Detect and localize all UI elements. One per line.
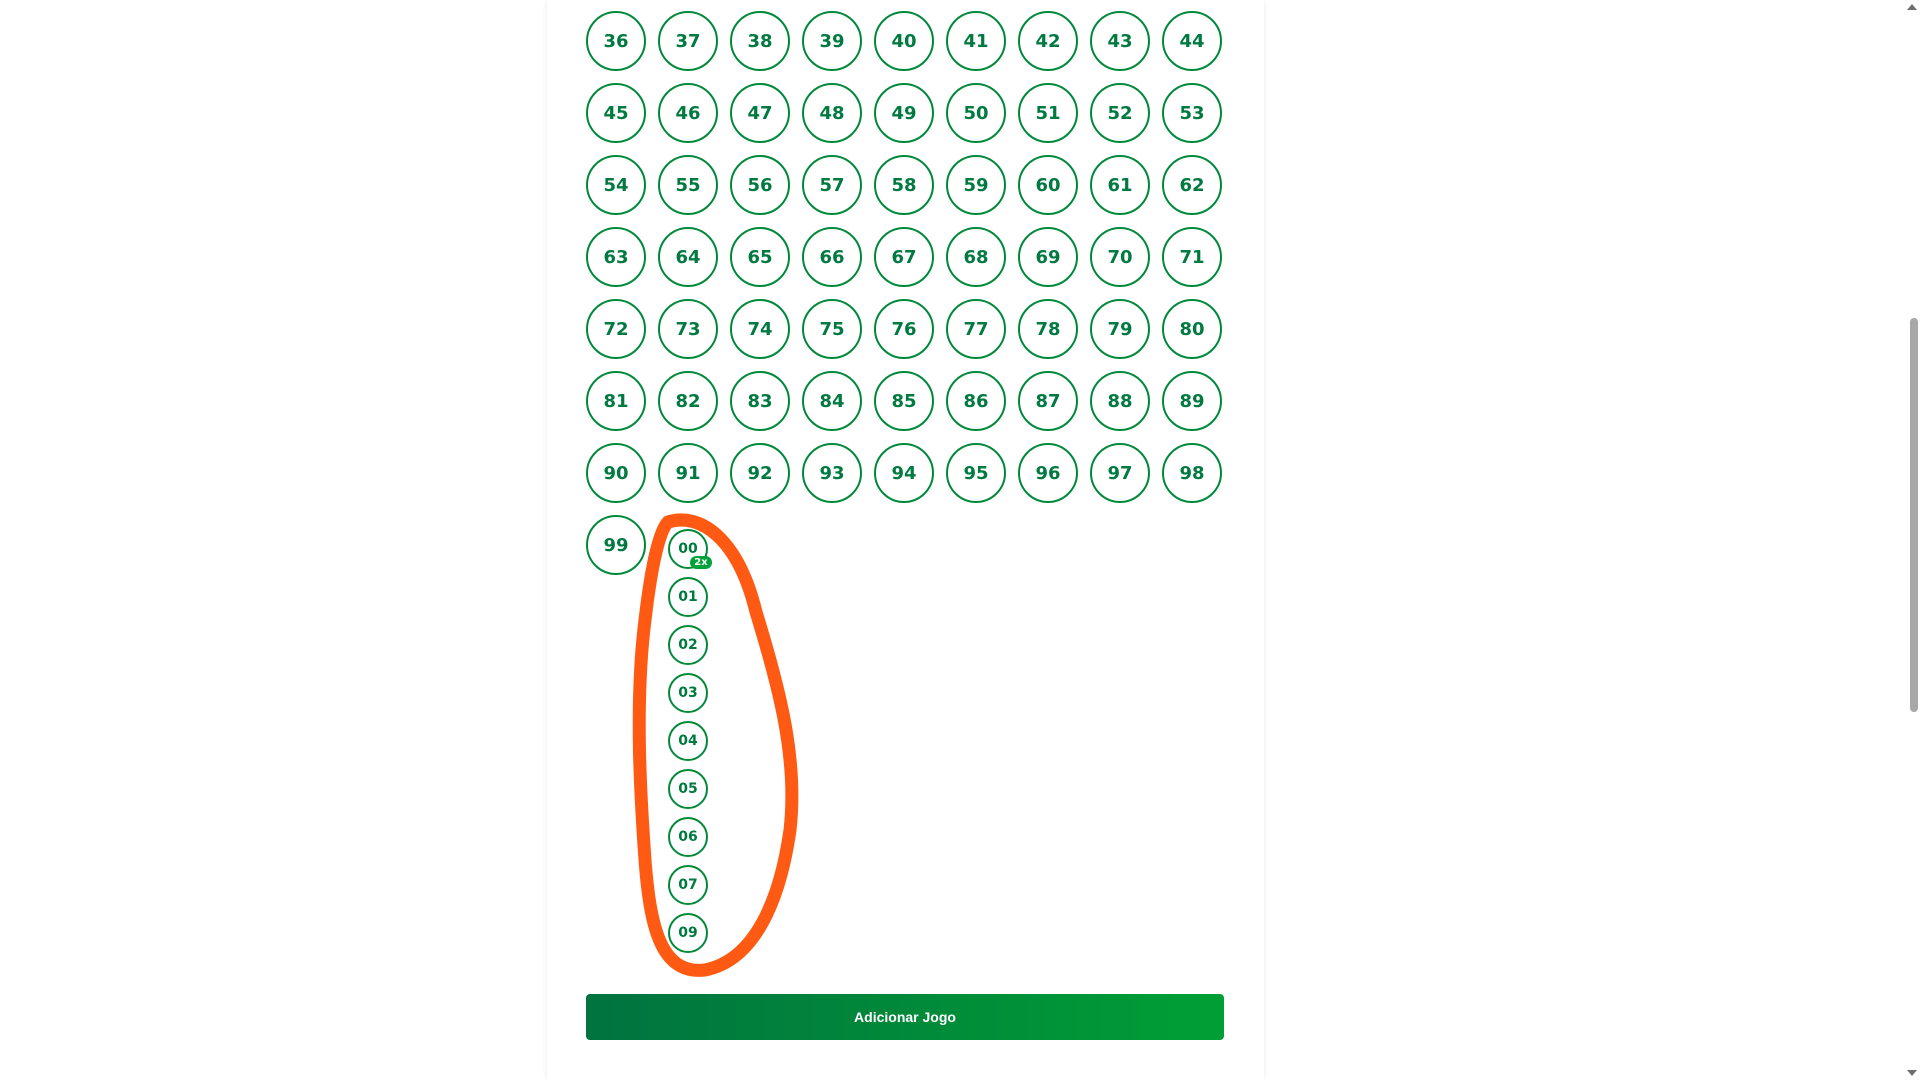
small-number-ball-06[interactable]: 06 [668,817,708,857]
number-ball-57[interactable]: 57 [802,155,862,215]
small-number-ball-00[interactable]: 00 2x [668,529,712,569]
small-number-ball-02[interactable]: 02 [668,625,708,665]
number-ball-91[interactable]: 91 [658,443,718,503]
number-ball-42[interactable]: 42 [1018,11,1078,71]
number-ball-45[interactable]: 45 [586,83,646,143]
small-number-label: 07 [678,877,698,893]
number-ball-58[interactable]: 58 [874,155,934,215]
number-ball-95[interactable]: 95 [946,443,1006,503]
number-ball-83[interactable]: 83 [730,371,790,431]
number-ball-88[interactable]: 88 [1090,371,1150,431]
small-number-ball-04[interactable]: 04 [668,721,708,761]
number-ball-39[interactable]: 39 [802,11,862,71]
number-ball-87[interactable]: 87 [1018,371,1078,431]
number-ball-49[interactable]: 49 [874,83,934,143]
number-ball-74[interactable]: 74 [730,299,790,359]
small-number-label: 06 [678,829,698,845]
number-ball-80[interactable]: 80 [1162,299,1222,359]
small-number-label: 04 [678,733,698,749]
number-ball-47[interactable]: 47 [730,83,790,143]
number-ball-63[interactable]: 63 [586,227,646,287]
number-ball-46[interactable]: 46 [658,83,718,143]
number-ball-60[interactable]: 60 [1018,155,1078,215]
number-ball-99[interactable]: 99 [586,515,646,575]
number-ball-37[interactable]: 37 [658,11,718,71]
small-number-label: 01 [678,589,698,605]
small-number-ball-01[interactable]: 01 [668,577,708,617]
number-ball-89[interactable]: 89 [1162,371,1222,431]
number-ball-79[interactable]: 79 [1090,299,1150,359]
small-number-ball-03[interactable]: 03 [668,673,708,713]
scroll-down-arrow-icon[interactable] [1907,1070,1917,1076]
number-ball-86[interactable]: 86 [946,371,1006,431]
number-ball-65[interactable]: 65 [730,227,790,287]
add-game-button[interactable]: Adicionar Jogo [586,994,1224,1040]
number-ball-56[interactable]: 56 [730,155,790,215]
number-ball-71[interactable]: 71 [1162,227,1222,287]
number-ball-93[interactable]: 93 [802,443,862,503]
number-ball-84[interactable]: 84 [802,371,862,431]
scrollbar-thumb[interactable] [1910,318,1918,712]
number-ball-98[interactable]: 98 [1162,443,1222,503]
number-ball-41[interactable]: 41 [946,11,1006,71]
number-ball-96[interactable]: 96 [1018,443,1078,503]
number-ball-70[interactable]: 70 [1090,227,1150,287]
number-ball-51[interactable]: 51 [1018,83,1078,143]
number-grid: 36 37 38 39 40 41 42 43 44 45 46 47 48 49 50 51 52 53 54 55… [586,11,1226,591]
number-ball-52[interactable]: 52 [1090,83,1150,143]
number-ball-72[interactable]: 72 [586,299,646,359]
number-ball-85[interactable]: 85 [874,371,934,431]
number-ball-75[interactable]: 75 [802,299,862,359]
number-ball-90[interactable]: 90 [586,443,646,503]
small-number-label: 02 [678,637,698,653]
number-ball-69[interactable]: 69 [1018,227,1078,287]
number-ball-59[interactable]: 59 [946,155,1006,215]
number-ball-53[interactable]: 53 [1162,83,1222,143]
multiplier-badge: 2x [690,556,712,569]
number-ball-94[interactable]: 94 [874,443,934,503]
number-ball-67[interactable]: 67 [874,227,934,287]
number-ball-55[interactable]: 55 [658,155,718,215]
small-number-ball-07[interactable]: 07 [668,865,708,905]
number-ball-66[interactable]: 66 [802,227,862,287]
number-ball-78[interactable]: 78 [1018,299,1078,359]
number-ball-76[interactable]: 76 [874,299,934,359]
number-ball-64[interactable]: 64 [658,227,718,287]
number-ball-38[interactable]: 38 [730,11,790,71]
number-ball-62[interactable]: 62 [1162,155,1222,215]
small-number-label: 05 [678,781,698,797]
small-number-ball-05[interactable]: 05 [668,769,708,809]
small-number-label: 09 [678,925,698,941]
scroll-up-arrow-icon[interactable] [1907,4,1917,10]
small-number-label: 00 [678,541,698,557]
number-ball-92[interactable]: 92 [730,443,790,503]
number-ball-77[interactable]: 77 [946,299,1006,359]
number-ball-54[interactable]: 54 [586,155,646,215]
number-ball-36[interactable]: 36 [586,11,646,71]
number-ball-82[interactable]: 82 [658,371,718,431]
number-ball-44[interactable]: 44 [1162,11,1222,71]
number-ball-61[interactable]: 61 [1090,155,1150,215]
number-ball-40[interactable]: 40 [874,11,934,71]
number-ball-97[interactable]: 97 [1090,443,1150,503]
number-ball-73[interactable]: 73 [658,299,718,359]
number-ball-43[interactable]: 43 [1090,11,1150,71]
number-ball-81[interactable]: 81 [586,371,646,431]
page-scrollbar[interactable] [1904,0,1920,1080]
number-ball-48[interactable]: 48 [802,83,862,143]
small-number-label: 03 [678,685,698,701]
small-number-ball-09[interactable]: 09 [668,913,708,953]
number-ball-50[interactable]: 50 [946,83,1006,143]
number-ball-68[interactable]: 68 [946,227,1006,287]
